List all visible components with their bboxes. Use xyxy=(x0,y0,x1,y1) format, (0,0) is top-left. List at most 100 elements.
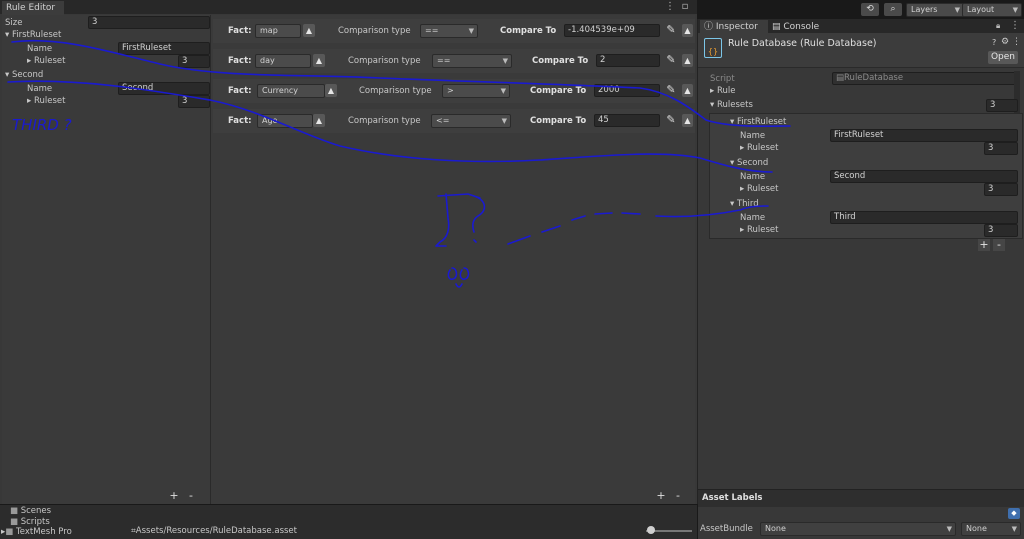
add-rule-button[interactable]: + xyxy=(655,489,667,502)
compare-to-field[interactable]: 2 xyxy=(596,54,660,67)
layout-dropdown[interactable]: Layout ▼ xyxy=(962,3,1022,17)
assetbundle-variant-dropdown[interactable]: None ▼ xyxy=(961,522,1021,536)
ruleset-foldout[interactable]: ▸ Ruleset xyxy=(27,56,65,66)
ruleset-size-field[interactable]: 3 xyxy=(178,95,210,108)
remove-element-button[interactable]: - xyxy=(993,239,1005,251)
name-field[interactable]: Second xyxy=(118,82,210,95)
rule-row: Fact: map ▲ Comparison type == ▼ Compare … xyxy=(213,19,695,43)
folder-textmesh-pro[interactable]: ▸■ TextMesh Pro xyxy=(1,527,72,537)
comparison-dropdown[interactable]: > ▼ xyxy=(442,84,510,98)
chevron-down-icon: ▼ xyxy=(1011,525,1017,533)
fact-up-button[interactable]: ▲ xyxy=(313,54,325,67)
script-field: ▤RuleDatabase xyxy=(832,72,1016,85)
help-icon[interactable]: ? xyxy=(992,38,996,47)
lock-icon[interactable]: 🔒︎ xyxy=(996,20,1006,32)
name-field[interactable]: FirstRuleset xyxy=(830,129,1018,142)
fact-label: Fact: xyxy=(228,56,252,66)
fact-up-button[interactable]: ▲ xyxy=(303,24,315,37)
inspector-ruleset-foldout[interactable]: ▾ Second xyxy=(730,158,768,168)
label-tag-icon[interactable]: ◆ xyxy=(1008,508,1020,519)
add-element-button[interactable]: + xyxy=(978,239,990,251)
fact-up-button[interactable]: ▲ xyxy=(313,114,325,127)
ruleset-foldout-first[interactable]: ▾ FirstRuleset xyxy=(5,30,61,40)
variant-value: None xyxy=(966,524,987,533)
chevron-down-icon: ▼ xyxy=(501,117,507,125)
tab-rule-editor[interactable]: Rule Editor xyxy=(2,1,64,15)
remove-rule-button[interactable]: - xyxy=(672,489,684,502)
open-button[interactable]: Open xyxy=(988,51,1018,64)
folder-icon: ■ xyxy=(10,506,21,516)
ruleset-size-field[interactable]: 3 xyxy=(984,224,1018,237)
zoom-slider-handle[interactable] xyxy=(647,526,655,534)
fact-dropdown[interactable]: day xyxy=(255,54,311,68)
assetbundle-dropdown[interactable]: None ▼ xyxy=(760,522,956,536)
more-icon[interactable]: ⋮ xyxy=(1012,37,1021,47)
edit-pencil-icon[interactable]: ✎ xyxy=(664,23,678,37)
assetbundle-label: AssetBundle xyxy=(700,524,753,534)
edit-pencil-icon[interactable]: ✎ xyxy=(664,113,678,127)
handwritten-third-note: THIRD ? xyxy=(12,116,72,134)
inspector-ruleset-foldout[interactable]: ▾ FirstRuleset xyxy=(730,117,786,127)
move-up-button[interactable]: ▲ xyxy=(682,24,693,37)
settings-icon[interactable]: ⚙ xyxy=(1001,37,1009,47)
ruleset-foldout[interactable]: ▸ Ruleset xyxy=(740,184,778,194)
folder-scenes[interactable]: ■ Scenes xyxy=(10,506,51,516)
ruleset-label: Ruleset xyxy=(746,143,779,153)
folder-scripts[interactable]: ■ Scripts xyxy=(10,517,50,527)
rule-row: Fact: day ▲ Comparison type == ▼ Compare … xyxy=(213,49,695,73)
add-ruleset-button[interactable]: + xyxy=(168,489,180,502)
tab-inspector[interactable]: ⓘ Inspector xyxy=(700,20,772,34)
comparison-type-label: Comparison type xyxy=(338,26,411,36)
tab-label: Console xyxy=(783,22,820,32)
search-icon[interactable]: ⌕ xyxy=(884,3,902,16)
ruleset-size-field[interactable]: 3 xyxy=(178,55,210,68)
comparison-dropdown[interactable]: == ▼ xyxy=(432,54,512,68)
comparison-type-label: Comparison type xyxy=(348,116,421,126)
window-menu-icon[interactable]: ⋮ xyxy=(664,1,676,13)
comparison-dropdown[interactable]: == ▼ xyxy=(420,24,478,38)
rulesets-foldout[interactable]: ▾ Rulesets xyxy=(710,100,753,110)
asset-path-text: Assets/Resources/RuleDatabase.asset xyxy=(135,526,297,536)
chevron-down-icon: ▼ xyxy=(500,87,506,95)
ruleset-foldout[interactable]: ▸ Ruleset xyxy=(27,96,65,106)
fact-dropdown[interactable]: Age xyxy=(257,114,313,128)
comparison-value: == xyxy=(437,56,451,65)
fact-dropdown[interactable]: Currency xyxy=(257,84,325,98)
ruleset-title: FirstRuleset xyxy=(736,117,787,127)
size-field[interactable]: 3 xyxy=(88,16,210,29)
foldout-arrow-icon: ▾ xyxy=(730,158,737,168)
move-up-button[interactable]: ▲ xyxy=(682,54,693,67)
compare-to-field[interactable]: 45 xyxy=(594,114,660,127)
tab-console[interactable]: ▤ Console xyxy=(768,20,826,34)
layers-dropdown[interactable]: Layers ▼ xyxy=(906,3,964,17)
remove-ruleset-button[interactable]: - xyxy=(185,489,197,502)
edit-pencil-icon[interactable]: ✎ xyxy=(664,83,678,97)
history-icon[interactable]: ⟲ xyxy=(861,3,879,16)
inspector-title: Rule Database (Rule Database) xyxy=(728,38,877,49)
ruleset-foldout-second[interactable]: ▾ Second xyxy=(5,70,43,80)
name-field[interactable]: FirstRuleset xyxy=(118,42,210,55)
move-up-button[interactable]: ▲ xyxy=(682,84,693,97)
chevron-down-icon: ▼ xyxy=(468,27,474,35)
comparison-dropdown[interactable]: <= ▼ xyxy=(431,114,511,128)
name-field[interactable]: Third xyxy=(830,211,1018,224)
top-toolbar: ⟲ ⌕ Layers ▼ Layout ▼ xyxy=(697,0,1024,19)
compare-to-field[interactable]: -1.404539e+09 xyxy=(564,24,660,37)
ruleset-size-field[interactable]: 3 xyxy=(984,142,1018,155)
fact-dropdown[interactable]: map xyxy=(255,24,301,38)
move-up-button[interactable]: ▲ xyxy=(682,114,693,127)
fact-up-button[interactable]: ▲ xyxy=(325,84,337,97)
ruleset-foldout[interactable]: ▸ Ruleset xyxy=(740,143,778,153)
compare-to-field[interactable]: 2000 xyxy=(594,84,660,97)
rule-foldout[interactable]: ▸ Rule xyxy=(710,86,735,96)
name-label: Name xyxy=(740,131,766,141)
inspector-ruleset-foldout[interactable]: ▾ Third xyxy=(730,199,759,209)
ruleset-size-field[interactable]: 3 xyxy=(984,183,1018,196)
edit-pencil-icon[interactable]: ✎ xyxy=(664,53,678,67)
maximize-icon[interactable]: ▫ xyxy=(679,1,691,13)
ruleset-foldout[interactable]: ▸ Ruleset xyxy=(740,225,778,235)
name-field[interactable]: Second xyxy=(830,170,1018,183)
window-menu-icon[interactable]: ⋮ xyxy=(1010,20,1020,32)
rulesets-size-field[interactable]: 3 xyxy=(986,99,1018,112)
console-icon: ▤ xyxy=(772,22,784,32)
